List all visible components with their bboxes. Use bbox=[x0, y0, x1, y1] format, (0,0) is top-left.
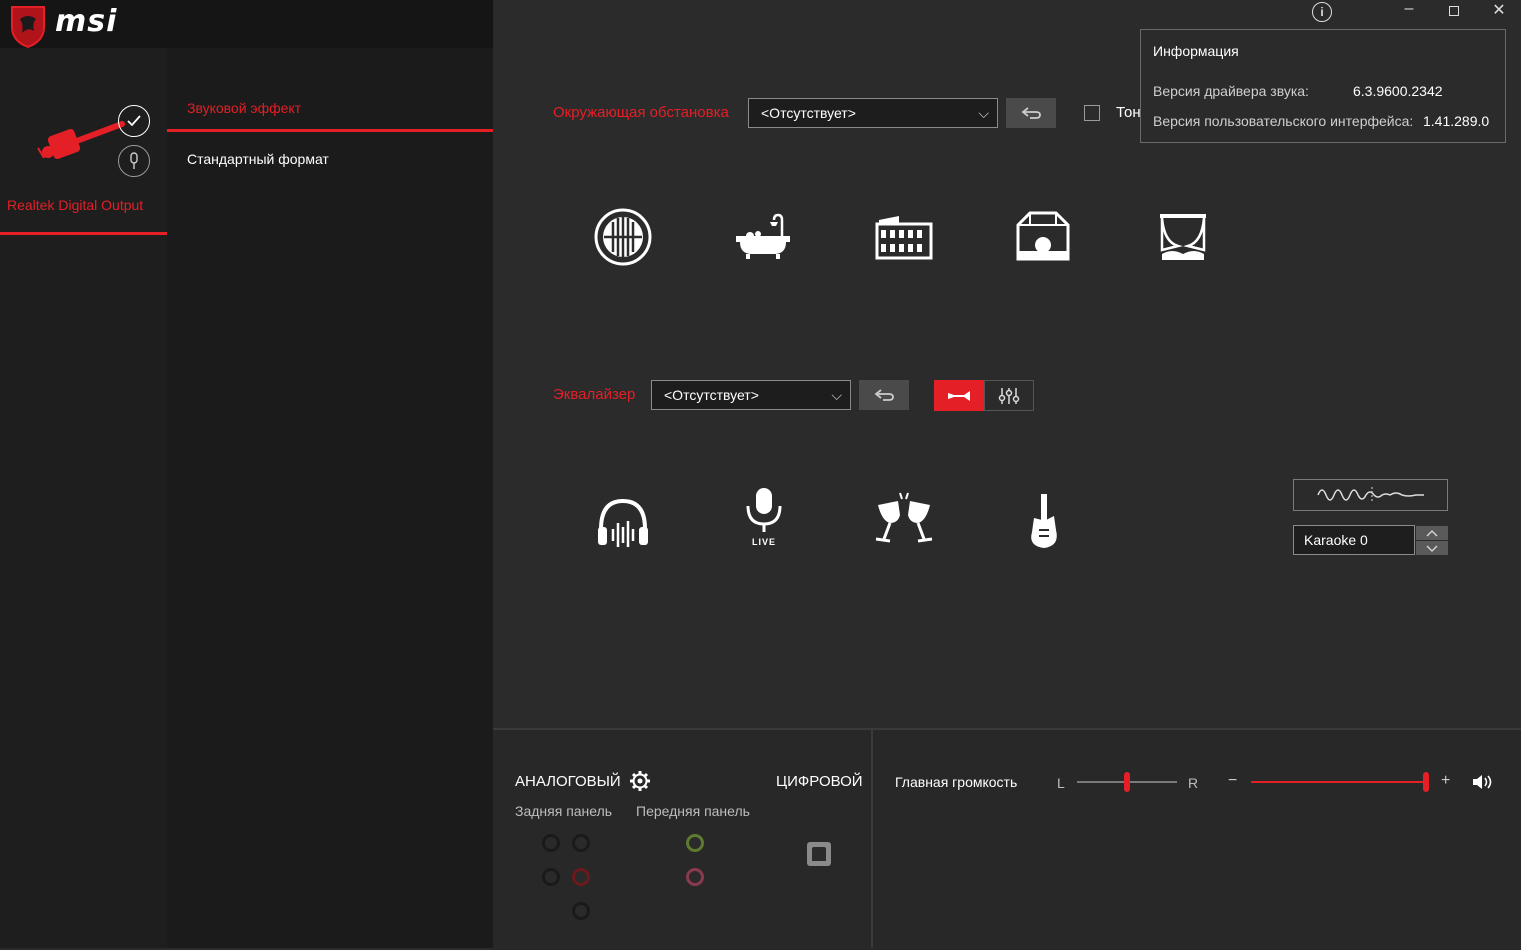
info-title: Информация bbox=[1153, 43, 1239, 59]
speaker-icon[interactable] bbox=[1472, 773, 1494, 796]
info-icon[interactable]: i bbox=[1312, 2, 1332, 22]
minimize-icon[interactable]: – bbox=[1396, 0, 1422, 18]
headphones-icon[interactable] bbox=[595, 495, 651, 556]
nav-default-format[interactable]: Стандартный формат bbox=[187, 151, 329, 167]
bathroom-icon[interactable] bbox=[734, 212, 792, 267]
section-nav bbox=[167, 0, 493, 948]
karaoke-up-button[interactable] bbox=[1416, 526, 1448, 540]
driver-version-label: Версия драйвера звука: bbox=[1153, 83, 1309, 99]
digital-title: ЦИФРОВОЙ bbox=[776, 773, 863, 790]
chevron-down-icon: ⌵ bbox=[831, 387, 842, 403]
environment-select-value: <Отсутствует> bbox=[761, 105, 856, 121]
rear-jack[interactable] bbox=[542, 834, 560, 852]
chevron-down-icon: ⌵ bbox=[978, 105, 989, 121]
front-headphone-jack[interactable] bbox=[686, 834, 704, 852]
nav-active-underline bbox=[167, 129, 493, 132]
sewer-pipe-icon[interactable] bbox=[594, 208, 652, 271]
live-text: LIVE bbox=[751, 537, 776, 547]
colosseum-icon[interactable] bbox=[875, 212, 933, 267]
spdif-port-icon[interactable] bbox=[807, 842, 831, 866]
front-mic-jack[interactable] bbox=[686, 868, 704, 886]
rear-jack[interactable] bbox=[572, 834, 590, 852]
msi-dragon-icon bbox=[8, 5, 48, 54]
live-mic-icon[interactable]: LIVE bbox=[742, 486, 786, 547]
stage-icon[interactable] bbox=[1016, 211, 1070, 268]
balance-left-label: L bbox=[1057, 775, 1065, 791]
ui-version-label: Версия пользовательского интерфейса: bbox=[1153, 113, 1414, 129]
undo-icon bbox=[874, 389, 894, 401]
trumpet-icon bbox=[948, 390, 970, 401]
party-icon[interactable] bbox=[872, 491, 936, 550]
maximize-icon[interactable] bbox=[1449, 6, 1459, 16]
master-volume-label: Главная громкость bbox=[895, 774, 1018, 790]
sliders-icon bbox=[998, 387, 1020, 404]
volume-minus-button[interactable]: − bbox=[1228, 772, 1237, 790]
device-active-underline bbox=[0, 232, 167, 235]
rear-jack[interactable] bbox=[542, 868, 560, 886]
preset-mode-button[interactable] bbox=[934, 380, 984, 411]
tone-label: Тон bbox=[1116, 104, 1141, 121]
digital-plug-icon bbox=[34, 118, 126, 173]
karaoke-value[interactable]: Karaoke 0 bbox=[1293, 525, 1415, 555]
driver-version-value: 6.3.9600.2342 bbox=[1353, 83, 1443, 99]
msi-logo-text: msi bbox=[55, 4, 118, 39]
rear-jack[interactable] bbox=[572, 902, 590, 920]
volume-slider-thumb[interactable] bbox=[1423, 772, 1429, 792]
microphone-icon[interactable] bbox=[118, 145, 150, 177]
theater-icon[interactable] bbox=[1158, 212, 1208, 267]
equalizer-select[interactable]: <Отсутствует> ⌵ bbox=[651, 380, 851, 410]
rear-mic-jack[interactable] bbox=[572, 868, 590, 886]
undo-icon bbox=[1021, 107, 1041, 119]
equalizer-select-value: <Отсутствует> bbox=[664, 387, 759, 403]
info-popup: Информация Версия драйвера звука: 6.3.96… bbox=[1140, 29, 1506, 143]
playback-check-icon[interactable] bbox=[118, 105, 150, 137]
gear-icon[interactable] bbox=[629, 770, 651, 797]
device-name[interactable]: Realtek Digital Output bbox=[7, 197, 143, 213]
tone-checkbox[interactable] bbox=[1084, 105, 1100, 121]
close-icon[interactable]: ✕ bbox=[1486, 0, 1512, 20]
environment-reset-button[interactable] bbox=[1006, 98, 1056, 128]
balance-right-label: R bbox=[1188, 775, 1199, 791]
volume-slider-track[interactable] bbox=[1251, 781, 1429, 783]
bottom-panel bbox=[493, 728, 1521, 950]
environment-label: Окружающая обстановка bbox=[553, 104, 729, 121]
equalizer-label: Эквалайзер bbox=[553, 386, 636, 403]
karaoke-down-button[interactable] bbox=[1416, 541, 1448, 555]
karaoke-waveform-icon bbox=[1293, 479, 1448, 511]
bottom-divider bbox=[871, 729, 873, 948]
nav-sound-effect[interactable]: Звуковой эффект bbox=[187, 100, 301, 116]
analog-title: АНАЛОГОВЫЙ bbox=[515, 773, 621, 790]
ui-version-value: 1.41.289.0 bbox=[1423, 113, 1490, 129]
volume-plus-button[interactable]: + bbox=[1441, 772, 1450, 790]
rock-guitar-icon[interactable] bbox=[1026, 492, 1062, 555]
custom-eq-button[interactable] bbox=[984, 380, 1034, 411]
front-panel-label: Передняя панель bbox=[636, 803, 750, 819]
rear-panel-label: Задняя панель bbox=[515, 803, 613, 819]
balance-slider-thumb[interactable] bbox=[1124, 772, 1130, 792]
environment-select[interactable]: <Отсутствует> ⌵ bbox=[748, 98, 998, 128]
equalizer-reset-button[interactable] bbox=[859, 380, 909, 410]
